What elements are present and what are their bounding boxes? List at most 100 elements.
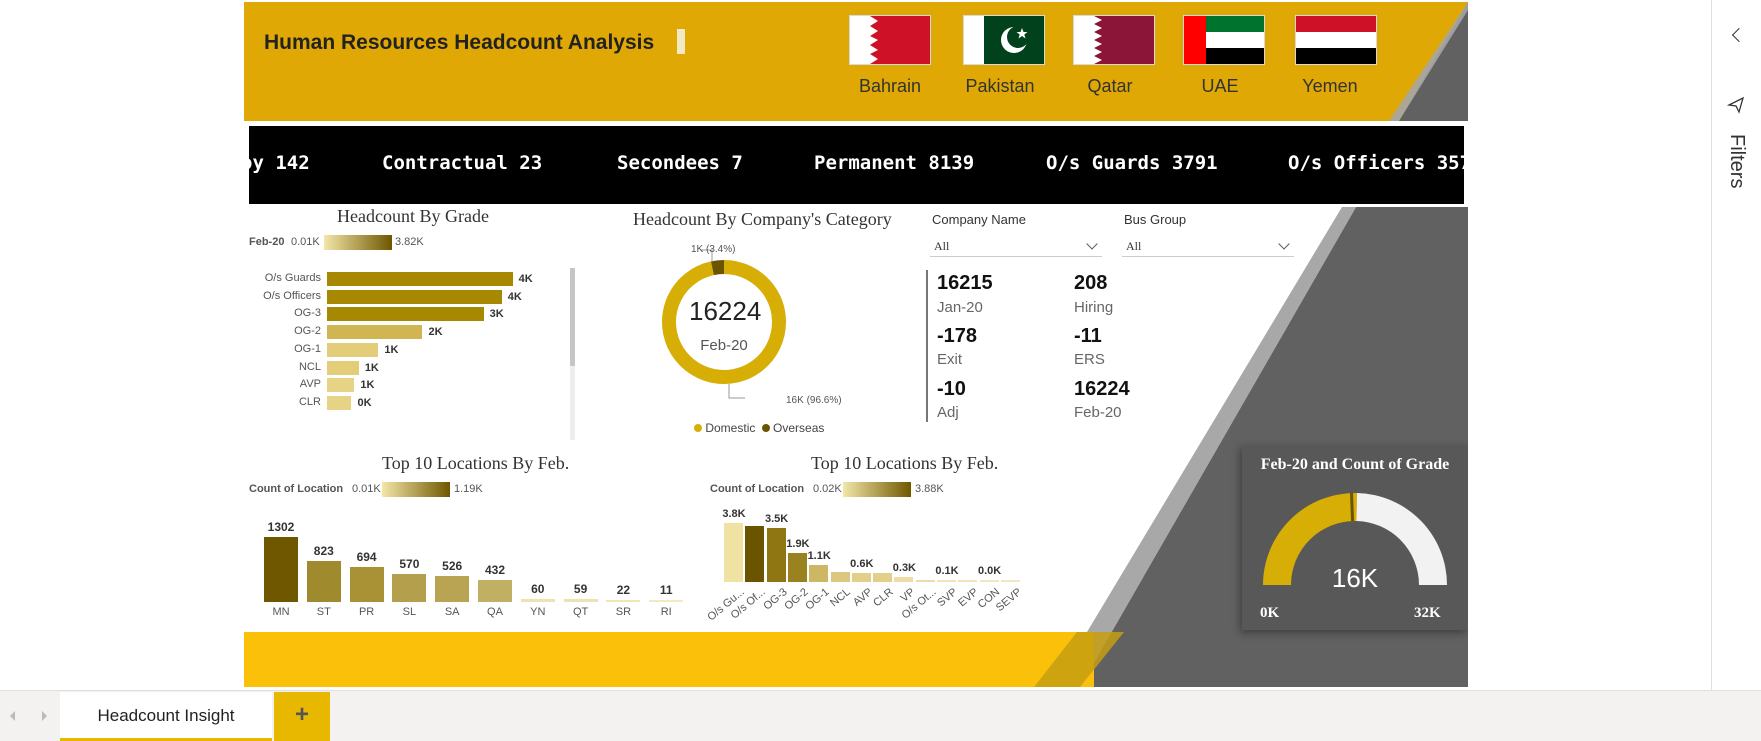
tab-headcount-insight[interactable]: Headcount Insight [60, 692, 272, 741]
grade-category-label: AVP [299, 378, 321, 391]
grade-legend-min: 0.01K [291, 236, 320, 248]
location-grade-bar [894, 577, 914, 582]
location-bar [478, 580, 512, 602]
location-grade-bar [937, 580, 956, 582]
location-bar [306, 560, 341, 602]
location-grade-legend-gradient [843, 482, 911, 497]
kpi-label: Jan-20 [937, 299, 983, 316]
add-page-button[interactable]: + [274, 692, 330, 741]
domestic-leader-line [728, 384, 745, 399]
location-value-label: 432 [484, 563, 506, 578]
headcount-ticker: oy 142 Contractual 23 Secondees 7 Perman… [249, 126, 1464, 204]
overseas-legend-label: Overseas [773, 421, 825, 435]
location-grade-legend-field: Count of Location [710, 483, 805, 495]
grade-bar [327, 395, 352, 410]
location-bar [349, 567, 384, 602]
location-category-label: ST [316, 606, 331, 618]
report-canvas: Human Resources Headcount Analysis Bahra… [244, 2, 1468, 687]
tab-scroll-left-icon[interactable] [10, 711, 15, 721]
location-grade-bar-chart: 3.8K O/s Gu... O/s Of... 3.5K OG-3 1.9K OG-2 1.… [704, 507, 1084, 632]
grade-category-label: O/s Officers [263, 289, 321, 302]
location-grade-bar [979, 580, 999, 582]
kpi-value: -10 [937, 378, 966, 400]
tab-label: Headcount Insight [97, 706, 235, 725]
chevron-down-icon[interactable] [1086, 238, 1098, 250]
filter-funnel-icon[interactable] [1727, 96, 1745, 114]
gauge-title: Feb-20 and Count of Grade [1260, 456, 1450, 473]
location-value-label: 823 [313, 543, 334, 558]
location-grade-bar [851, 572, 871, 582]
grade-chart-scrollbar[interactable] [570, 268, 575, 440]
location-grade-value-label: 1.9K [786, 537, 810, 550]
grade-value-label: 1K [384, 343, 399, 356]
location-grade-bar [915, 579, 935, 582]
kpi-divider [926, 270, 928, 422]
bus-group-slicer[interactable]: All [1122, 234, 1294, 257]
location-category-label: RI [660, 606, 672, 618]
gauge-target-marker [1350, 493, 1355, 522]
kpi-label: Adj [937, 404, 959, 421]
tab-scroll-right-icon[interactable] [42, 711, 47, 721]
location-category-label: SR [615, 606, 632, 618]
location-value-label: 11 [659, 583, 673, 597]
grade-value-label: 2K [428, 326, 443, 339]
gauge-min-label: 0K [1260, 605, 1280, 621]
kpi-value: 16224 [1074, 378, 1130, 400]
location-grade-bar [724, 523, 743, 582]
location-grade-value-label: 0.1K [935, 565, 959, 577]
filters-label[interactable]: Filters [1725, 134, 1748, 188]
kpi-label: Feb-20 [1074, 404, 1122, 421]
ticker-item: Contractual 23 [382, 152, 543, 174]
location-grade-legend-min: 0.02K [813, 483, 842, 495]
company-name-slicer[interactable]: All [930, 234, 1102, 257]
location-value-label: 526 [442, 558, 463, 573]
company-name-slicer-label: Company Name [932, 212, 1026, 227]
location-grade-bar [830, 571, 850, 582]
location-bar [563, 599, 598, 602]
gauge-value-label: 16K [1331, 563, 1379, 593]
grade-legend-max: 3.82K [395, 236, 424, 248]
company-name-slicer-value: All [934, 239, 950, 253]
grade-legend-gradient [324, 235, 392, 250]
grade-value-label: 1K [360, 379, 375, 392]
location-bar [606, 600, 641, 602]
location-grade-bar [1000, 580, 1020, 582]
location-grade-value-label: 0.6K [850, 557, 874, 570]
gauge-max-label: 32K [1414, 605, 1441, 621]
grade-value-label: 4K [507, 290, 522, 303]
location-value-label: 1302 [267, 520, 295, 534]
location-grade-bar [809, 564, 829, 582]
grade-bar [327, 360, 359, 375]
location-grade-bar [766, 527, 786, 582]
grade-category-label: NCL [298, 360, 321, 373]
grade-value-label: 4K [518, 273, 533, 285]
location-legend-min: 0.01K [352, 483, 381, 495]
page-tab-bar: Headcount Insight + [0, 690, 1761, 741]
location-category-label: QT [572, 606, 589, 618]
kpi-label: Exit [937, 351, 963, 368]
kpi-value: 208 [1074, 272, 1108, 294]
location-bar [649, 600, 684, 602]
location-bar [392, 573, 427, 602]
grade-value-label: 1K [364, 361, 379, 374]
location-grade-category-label: CLR [871, 586, 896, 610]
domestic-legend-label: Domestic [705, 421, 756, 435]
grade-category-label: O/s Guards [264, 272, 321, 284]
ticker-item: Secondees 7 [617, 152, 743, 174]
location-value-label: 60 [531, 582, 545, 596]
grade-chart-title: Headcount By Grade [337, 206, 489, 226]
ticker-item: oy 142 [249, 152, 310, 174]
category-chart-title: Headcount By Company's Category [633, 209, 892, 229]
grade-legend-field: Feb-20 [249, 236, 285, 248]
kpi-value: -11 [1074, 325, 1102, 347]
gauge-card: Feb-20 and Count of Grade 16K 0K 32K [1242, 445, 1468, 630]
location-category-label: PR [358, 606, 375, 618]
kpi-label: Hiring [1074, 299, 1114, 316]
overseas-data-label: 1K (3.4%) [691, 244, 736, 255]
plus-icon: + [294, 701, 309, 728]
chevron-down-icon[interactable] [1278, 238, 1290, 250]
chevron-left-icon[interactable] [1731, 27, 1747, 43]
location-grade-legend-max: 3.88K [915, 483, 944, 495]
location-grade-chart-title: Top 10 Locations By Feb. [811, 453, 999, 473]
location-grade-value-label: 0.0K [977, 565, 1002, 577]
